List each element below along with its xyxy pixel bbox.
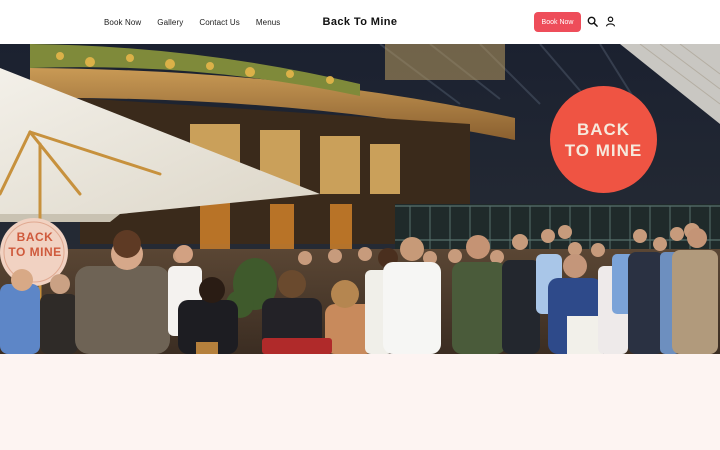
hero-badge-line-1: BACK [576,119,631,139]
hero-sign-line-2: TO MINE [8,245,62,259]
hero-sign: BACK TO MINE [0,230,70,260]
site-header: Book Now Gallery Contact Us Menus Back T… [0,0,720,44]
hero-badge-line-2: TO MINE [564,140,643,160]
content-section [0,354,720,450]
search-icon[interactable] [585,14,599,28]
nav-book-now-link[interactable]: Book Now [104,18,141,27]
site-logo[interactable]: Back To Mine [323,16,398,28]
main-nav: Book Now Gallery Contact Us Menus [104,0,280,44]
hero-badge: BACK TO MINE [550,86,657,193]
nav-menus-link[interactable]: Menus [256,18,281,27]
hero-image: BACK TO MINE BACK TO MINE [0,44,720,354]
book-now-button[interactable]: Book Now [534,12,581,32]
nav-gallery-link[interactable]: Gallery [157,18,183,27]
hero-sign-line-1: BACK [16,230,54,244]
nav-contact-us-link[interactable]: Contact Us [199,18,240,27]
user-icon[interactable] [603,14,617,28]
